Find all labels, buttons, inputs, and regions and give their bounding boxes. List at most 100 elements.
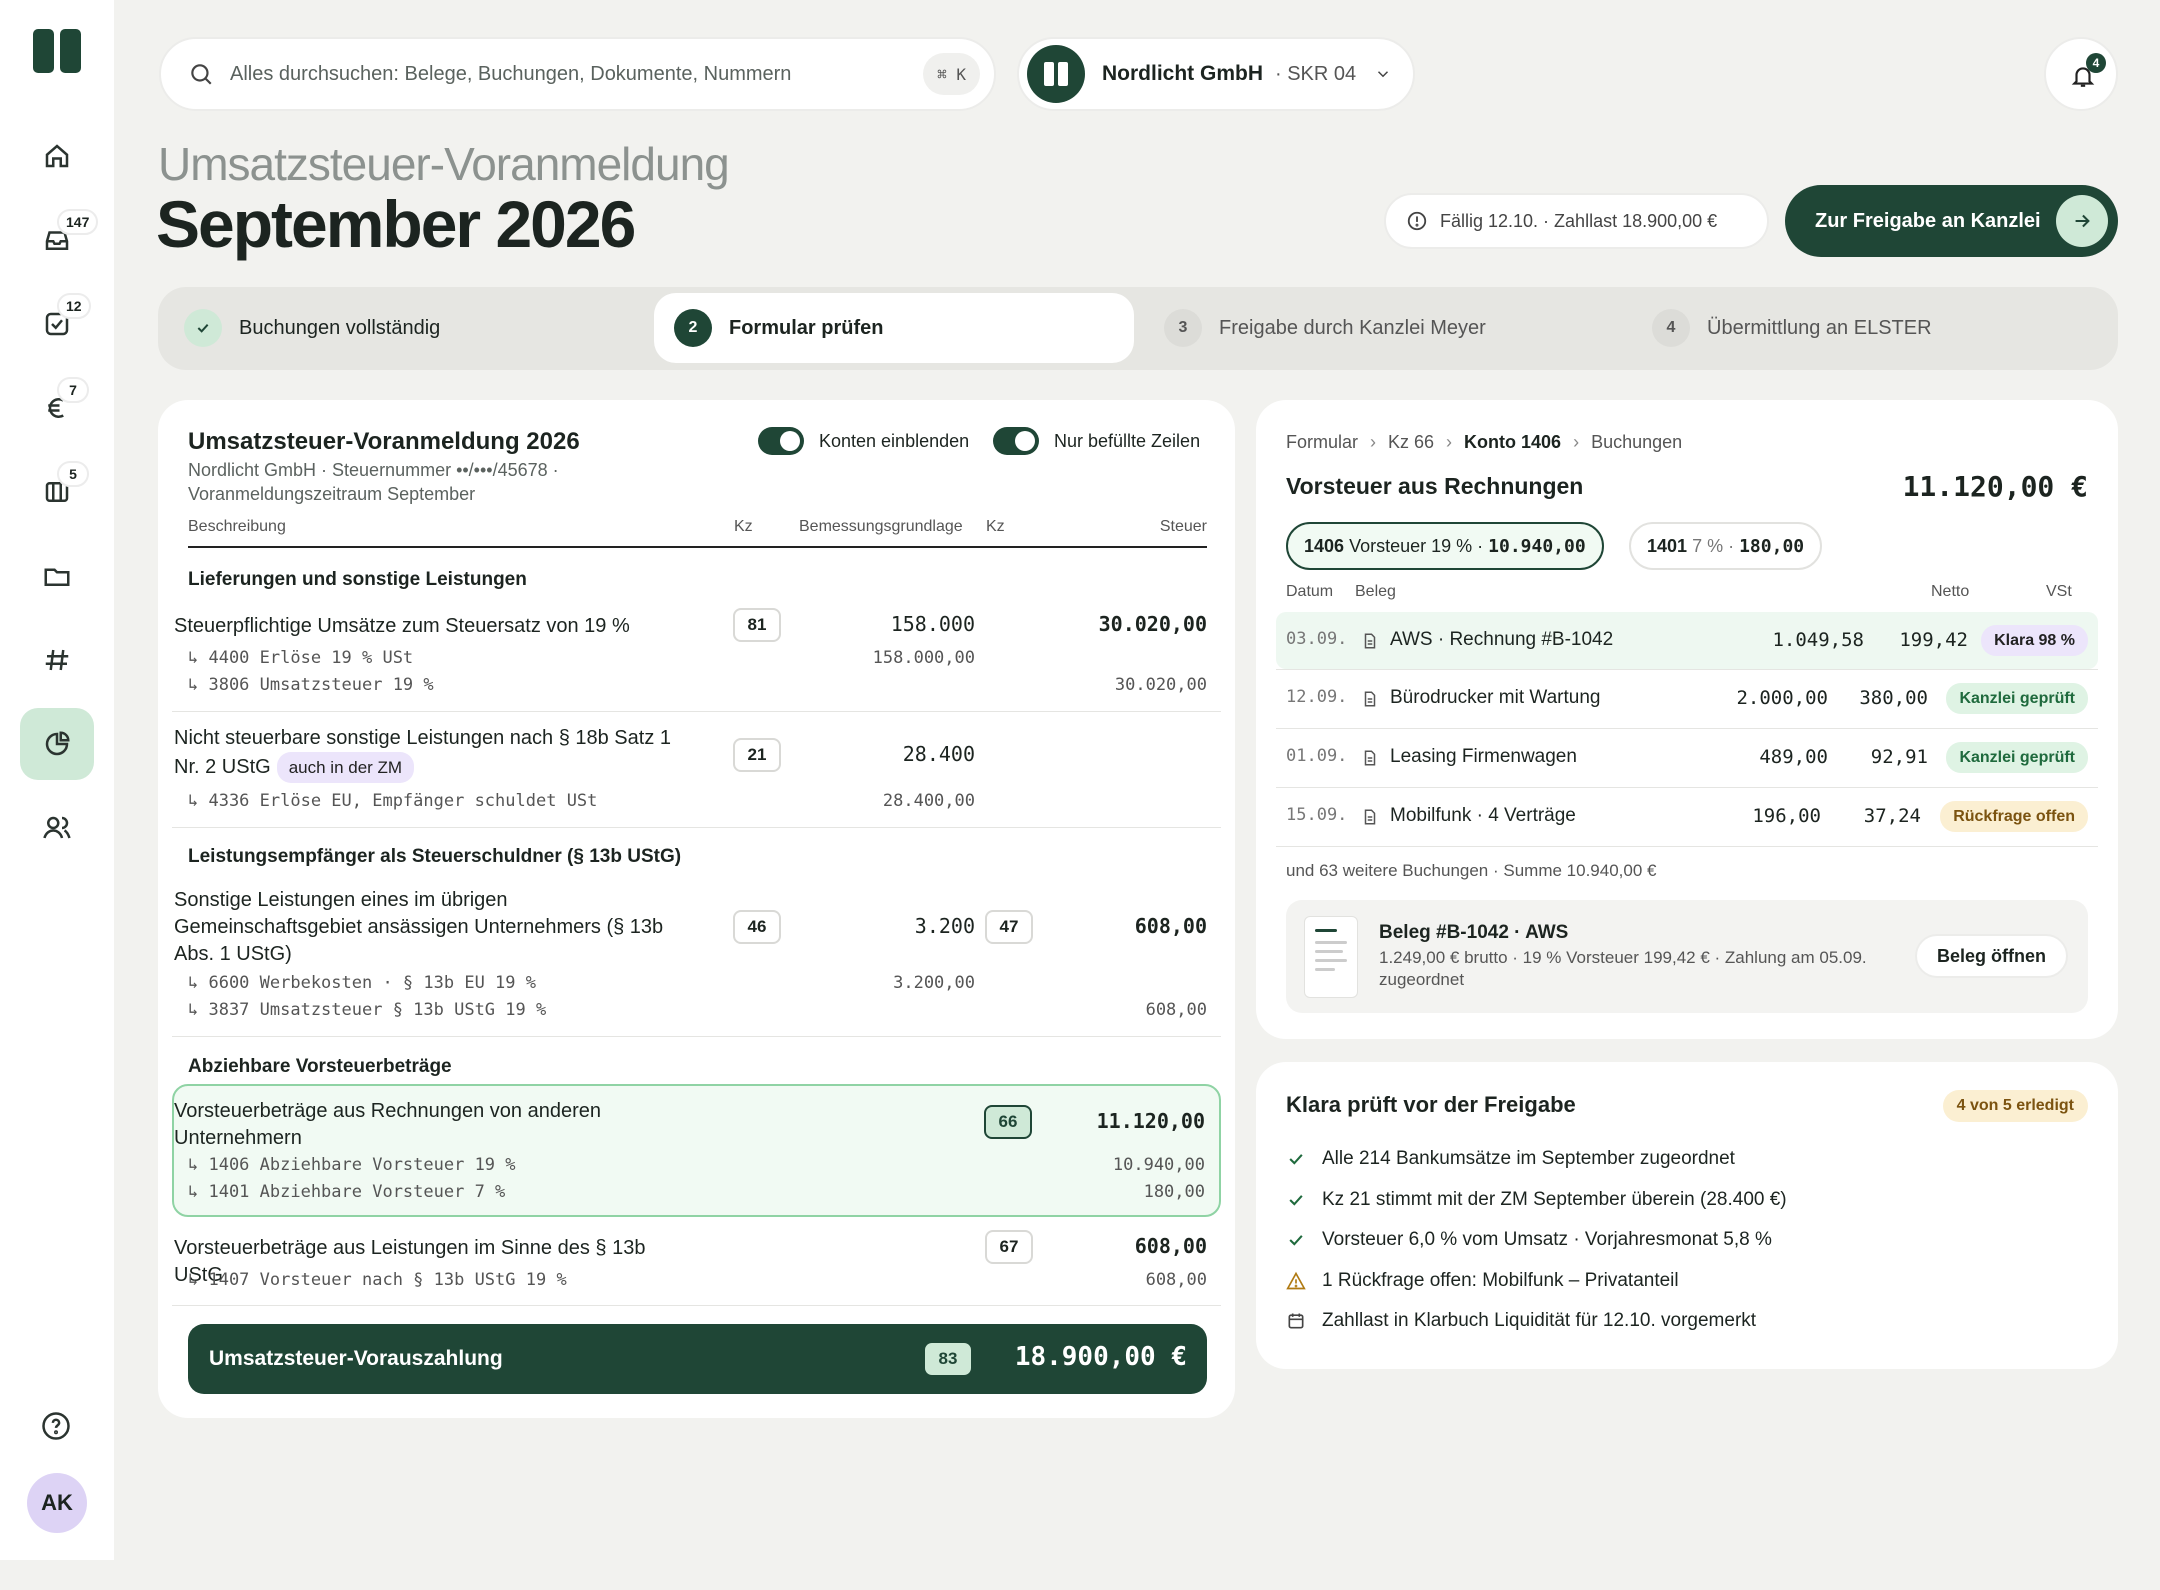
row-divider [1276, 846, 2098, 847]
check-item-text: Vorsteuer 6,0 % vom Umsatz · Vorjahresmo… [1322, 1229, 1772, 1250]
step-1[interactable]: Buchungen vollständig [184, 293, 440, 363]
nav-contacts[interactable] [20, 792, 94, 864]
booking-date: 01.09. [1286, 746, 1348, 766]
sidebar: 147 12 7 5 AK [0, 0, 114, 1560]
folder-icon [44, 568, 70, 586]
row-21-account-1[interactable]: ↳ 4336 Erlöse EU, Empfänger schuldet USt [188, 788, 597, 815]
row-66-account-1[interactable]: ↳ 1406 Abziehbare Vorsteuer 19 % [188, 1152, 516, 1179]
booking-vat: 92,91 [1870, 746, 1928, 768]
nav-reports[interactable] [20, 708, 94, 780]
row-66-account-2[interactable]: ↳ 1401 Abziehbare Vorsteuer 7 % [188, 1179, 505, 1206]
table-badge: 5 [57, 461, 89, 487]
info-icon [1407, 211, 1427, 231]
crumb-account[interactable]: Konto 1406 [1464, 432, 1561, 453]
row-46-account-2[interactable]: ↳ 3837 Umsatzsteuer § 13b UStG 19 % [188, 997, 546, 1024]
open-document-button[interactable]: Beleg öffnen [1914, 934, 2068, 978]
step-2[interactable]: 2 Formular prüfen [654, 293, 1134, 363]
check-item-text: Kz 21 stimmt mit der ZM September überei… [1322, 1189, 1787, 1210]
search-placeholder[interactable]: Alles durchsuchen: Belege, Buchungen, Do… [230, 63, 791, 86]
kz-47[interactable]: 47 [985, 910, 1033, 944]
row-divider [172, 827, 1221, 828]
form-title: Umsatzsteuer-Voranmeldung 2026 [188, 428, 580, 455]
check-item: Kz 21 stimmt mit der ZM September überei… [1286, 1189, 1787, 1211]
kz-46[interactable]: 46 [733, 910, 781, 944]
step-done-check-icon [184, 309, 222, 347]
document-icon [1364, 633, 1376, 649]
document-thumbnail[interactable] [1304, 916, 1358, 998]
check-item[interactable]: 1 Rückfrage offen: Mobilfunk – Privatant… [1286, 1270, 1679, 1292]
avatar[interactable]: AK [27, 1473, 87, 1533]
step-3[interactable]: 3 Freigabe durch Kanzlei Meyer [1164, 293, 1486, 363]
submit-button-label: Zur Freigabe an Kanzlei [1815, 209, 2041, 232]
kz-67[interactable]: 67 [985, 1230, 1033, 1264]
row-66-account-1-value: 10.940,00 [1112, 1155, 1205, 1175]
booking-row[interactable]: 03.09. AWS · Rechnung #B-1042 1.049,58 1… [1276, 612, 2098, 669]
app-logo[interactable] [33, 29, 81, 73]
status-badge: Kanzlei geprüft [1946, 742, 2088, 773]
company-switcher[interactable]: Nordlicht GmbH · SKR 04 [1017, 37, 1415, 111]
booking-doc: AWS · Rechnung #B-1042 [1390, 629, 1614, 650]
chevron-right-icon: › [1370, 432, 1377, 452]
step-3-number: 3 [1164, 309, 1202, 347]
nav-inbox[interactable]: 147 [20, 204, 99, 276]
toggle-filled-only[interactable]: Nur befüllte Zeilen [993, 427, 1200, 455]
nav-table[interactable]: 5 [20, 456, 94, 528]
nav-accounts[interactable] [20, 624, 94, 696]
more-bookings-link[interactable]: und 63 weitere Buchungen · Summe 10.940,… [1286, 861, 1656, 881]
booking-row[interactable]: 15.09. Mobilfunk · 4 Verträge 196,00 37,… [1276, 788, 2098, 845]
status-badge: Kanzlei geprüft [1946, 683, 2088, 714]
check-item: Alle 214 Bankumsätze im September zugeor… [1286, 1148, 1735, 1170]
chip-account: 1406 [1304, 535, 1345, 556]
finance-badge: 7 [57, 377, 89, 403]
row-divider [172, 1305, 1221, 1306]
detail-card: Formular › Kz 66 › Konto 1406 › Buchungen V… [1256, 400, 2118, 1039]
breadcrumb: Formular › Kz 66 › Konto 1406 › Buchungen [1286, 432, 1682, 453]
booking-row[interactable]: 12.09. Bürodrucker mit Wartung 2.000,00 … [1276, 670, 2098, 727]
col-header-tax: Steuer [1159, 518, 1207, 535]
document-preview: Beleg #B-1042 · AWS 1.249,00 € brutto · … [1286, 900, 2088, 1013]
kz-66[interactable]: 66 [984, 1105, 1032, 1139]
pie-chart-icon [45, 731, 70, 756]
account-chip-1401[interactable]: 1401 7 % · 180,00 [1629, 522, 1823, 570]
col-header-base: Bemessungsgrundlage [799, 518, 963, 535]
crumb-form[interactable]: Formular [1286, 432, 1358, 453]
booking-row[interactable]: 01.09. Leasing Firmenwagen 489,00 92,91 … [1276, 729, 2098, 786]
page-title: September 2026 [156, 187, 636, 261]
row-67-account-1-value: 608,00 [1145, 1270, 1207, 1290]
col-header-kz: Kz [734, 518, 753, 535]
submit-to-tax-office-button[interactable]: Zur Freigabe an Kanzlei [1785, 185, 2118, 257]
row-81-account-1[interactable]: ↳ 4400 Erlöse 19 % USt [188, 645, 413, 672]
nav-finance[interactable]: 7 [20, 372, 94, 444]
arrow-right-icon [2056, 195, 2108, 247]
kz-21[interactable]: 21 [733, 738, 781, 772]
nav-tasks[interactable]: 12 [20, 288, 94, 360]
account-chip-1406[interactable]: 1406 Vorsteuer 19 % · 10.940,00 [1286, 522, 1604, 570]
notifications-button[interactable]: 4 [2044, 37, 2118, 111]
row-81-account-2-value: 30.020,00 [1114, 675, 1207, 695]
status-badge: Klara 98 % [1981, 625, 2088, 656]
kz-83[interactable]: 83 [925, 1343, 971, 1375]
home-icon [45, 144, 69, 168]
step-4[interactable]: 4 Übermittlung an ELSTER [1652, 293, 1932, 363]
toggle-switch[interactable] [758, 427, 804, 455]
row-81-account-2[interactable]: ↳ 3806 Umsatzsteuer 19 % [188, 672, 434, 699]
help-icon[interactable] [41, 1411, 71, 1441]
row-46-account-1[interactable]: ↳ 6600 Werbekosten · § 13b EU 19 % [188, 970, 536, 997]
col-header-date: Datum [1286, 583, 1334, 600]
toggle-show-accounts[interactable]: Konten einblenden [758, 427, 969, 455]
crumb-kz[interactable]: Kz 66 [1388, 432, 1434, 453]
booking-date: 15.09. [1286, 805, 1348, 825]
row-67-account-1[interactable]: ↳ 1407 Vorsteuer nach § 13b UStG 19 % [188, 1267, 567, 1294]
check-title: Klara prüft vor der Freigabe [1286, 1092, 1576, 1117]
step-1-label: Buchungen vollständig [239, 316, 441, 339]
booking-date: 03.09. [1286, 629, 1348, 649]
nav-documents[interactable] [20, 540, 94, 612]
chip-value: 180,00 [1739, 535, 1805, 557]
search-bar[interactable]: Alles durchsuchen: Belege, Buchungen, Do… [159, 37, 996, 111]
nav-home[interactable] [20, 120, 94, 192]
users-icon [43, 816, 71, 839]
kz-81[interactable]: 81 [733, 608, 781, 642]
status-badge: Rückfrage offen [1940, 801, 2088, 832]
warning-icon [1286, 1271, 1306, 1290]
toggle-switch[interactable] [993, 427, 1039, 455]
